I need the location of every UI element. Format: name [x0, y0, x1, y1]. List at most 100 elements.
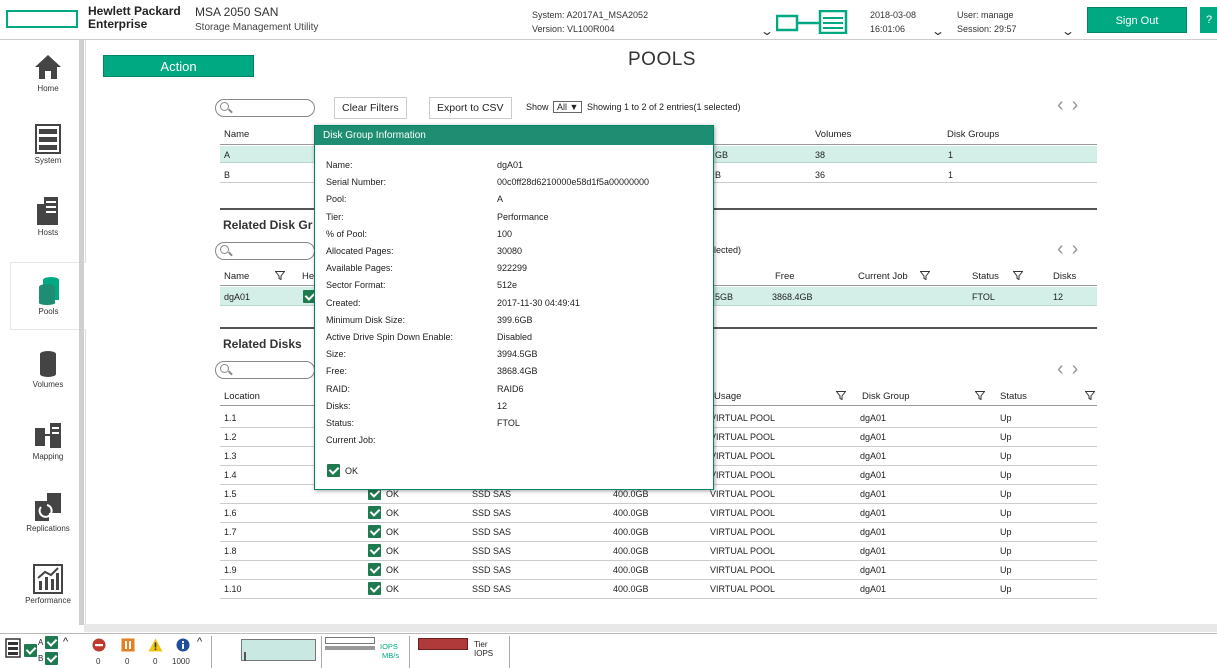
header-disk-groups[interactable]: Disk Groups [947, 129, 999, 140]
sidebar-item-label: Replications [26, 524, 70, 533]
cell-type: SSD SAS [472, 584, 512, 594]
cell-size: 400.0GB [613, 546, 649, 556]
horizontal-scrollbar[interactable] [84, 624, 1217, 632]
time-text: 16:01:06 [870, 24, 906, 34]
cell-status: Up [1000, 508, 1012, 518]
mbs-bar[interactable] [325, 646, 375, 650]
popup-health-text: OK [345, 466, 359, 476]
critical-icon[interactable] [92, 638, 106, 652]
header-volumes[interactable]: Volumes [815, 129, 851, 140]
home-icon [35, 55, 61, 79]
table-row[interactable]: 1.8 OK SSD SAS 400.0GB VIRTUAL POOL dgA01 Up [220, 542, 1097, 561]
table-row[interactable]: 1.7 OK SSD SAS 400.0GB VIRTUAL POOL dgA01 Up [220, 523, 1097, 542]
system-chevron-down-icon[interactable]: ⌄ [760, 24, 774, 38]
sidebar-item-pools[interactable]: Pools [10, 262, 86, 330]
datetime-chevron-down-icon[interactable]: ⌄ [931, 24, 945, 38]
header-name[interactable]: Name [224, 129, 249, 140]
header-disk-group[interactable]: Disk Group [862, 391, 910, 402]
disks-pager[interactable]: ‹› [1057, 358, 1086, 381]
sidebar-item-system[interactable]: System [10, 112, 86, 180]
iops-bar[interactable] [325, 637, 375, 644]
datetime[interactable]: 2018-03-08 16:01:06 [870, 8, 916, 36]
help-button[interactable]: ? [1200, 7, 1217, 33]
action-button[interactable]: Action [103, 55, 254, 77]
expand-up-icon[interactable]: ^ [63, 636, 68, 648]
header-location[interactable]: Location [224, 391, 260, 402]
filter-icon[interactable] [1085, 391, 1095, 400]
sign-out-button[interactable]: Sign Out [1087, 7, 1187, 33]
tier-bar[interactable] [418, 638, 468, 650]
tier-iops-label: IOPS [474, 649, 494, 658]
header-status[interactable]: Status [1000, 391, 1027, 402]
cell-size: 400.0GB [613, 489, 649, 499]
sidebar-item-performance[interactable]: Performance [10, 552, 86, 620]
controller-b-label: B [38, 654, 44, 663]
pools-pager[interactable]: ‹› [1057, 94, 1086, 117]
sidebar-item-home[interactable]: Home [10, 40, 86, 108]
capacity-gauge[interactable] [241, 639, 316, 661]
cell-volumes: 36 [815, 170, 826, 180]
popup-field-label: Free: [326, 366, 348, 377]
sidebar-item-volumes[interactable]: Volumes [10, 336, 86, 404]
system-info[interactable]: System: A2017A1_MSA2052 Version: VL100R0… [532, 8, 648, 36]
warning-icon[interactable] [148, 638, 163, 652]
header-usage[interactable]: Usage [714, 391, 741, 402]
header-name[interactable]: Name [224, 271, 249, 282]
cell-size: B [715, 170, 722, 180]
section-title-disk-groups: Related Disk Gr [223, 218, 313, 232]
show-select[interactable]: All ▼ [553, 101, 583, 113]
header-current-job[interactable]: Current Job [858, 271, 908, 282]
filter-icon[interactable] [836, 391, 846, 400]
pools-search-input[interactable] [215, 99, 315, 117]
cell-usage: VIRTUAL POOL [710, 489, 776, 499]
disk-groups-search-input[interactable] [215, 242, 315, 260]
cell-size: GB [715, 150, 729, 160]
popup-field-value: FTOL [497, 418, 520, 428]
table-row[interactable]: 1.9 OK SSD SAS 400.0GB VIRTUAL POOL dgA01 Up [220, 561, 1097, 580]
cell-health: OK [386, 508, 400, 518]
showing-text: lected) [714, 245, 742, 255]
cell-disk-group: dgA01 [860, 413, 887, 423]
popup-field-value: 512e [497, 280, 518, 291]
sidebar-item-hosts[interactable]: Hosts [10, 184, 86, 252]
header-free[interactable]: Free [775, 271, 795, 282]
header-health[interactable]: He [302, 271, 314, 282]
show-entries: Show All ▼ Showing 1 to 2 of 2 entries(1… [526, 101, 741, 113]
header-status[interactable]: Status [972, 271, 999, 282]
popup-field-label: Available Pages: [326, 263, 393, 274]
table-row[interactable]: 1.10 OK SSD SAS 400.0GB VIRTUAL POOL dgA01 Up [220, 580, 1097, 599]
user-info[interactable]: User: manage Session: 29:57 [957, 8, 1017, 36]
sidebar-scrollbar[interactable] [79, 40, 84, 625]
popup-field-value: dgA01 [497, 160, 524, 170]
sidebar-item-mapping[interactable]: Mapping [10, 408, 86, 476]
network-topology-icon[interactable] [776, 10, 848, 34]
popup-field-value: 100 [497, 228, 513, 239]
search-icon [220, 364, 229, 373]
cell-type: SSD SAS [472, 565, 512, 575]
sidebar-item-replications[interactable]: Replications [10, 480, 86, 548]
brand-name: Hewlett Packard Enterprise [88, 5, 181, 31]
error-icon[interactable] [121, 638, 135, 652]
cell-usage: VIRTUAL POOL [710, 527, 776, 537]
disk-groups-pager[interactable]: ‹› [1057, 238, 1086, 261]
filter-icon[interactable] [275, 271, 285, 280]
filter-icon[interactable] [975, 391, 985, 400]
clear-filters-button[interactable]: Clear Filters [334, 97, 407, 119]
expand-up-icon[interactable]: ^ [197, 636, 202, 648]
system-icon[interactable] [5, 638, 21, 658]
export-csv-button[interactable]: Export to CSV [429, 97, 512, 119]
cell-status: Up [1000, 432, 1012, 442]
top-bar: Hewlett Packard Enterprise MSA 2050 SAN … [0, 0, 1217, 40]
table-row[interactable]: 1.6 OK SSD SAS 400.0GB VIRTUAL POOL dgA01 Up [220, 504, 1097, 523]
disks-search-input[interactable] [215, 361, 315, 379]
volumes-icon [40, 351, 56, 377]
header-disks[interactable]: Disks [1053, 271, 1076, 282]
controller-a-ok-icon [45, 636, 58, 649]
popup-field-value: RAID6 [497, 383, 524, 394]
filter-icon[interactable] [1013, 271, 1023, 280]
info-icon[interactable] [176, 638, 190, 652]
user-chevron-down-icon[interactable]: ⌄ [1061, 24, 1075, 38]
popup-field-label: Name: [326, 160, 353, 170]
filter-icon[interactable] [920, 271, 930, 280]
mbs-label: MB/s [382, 651, 400, 660]
